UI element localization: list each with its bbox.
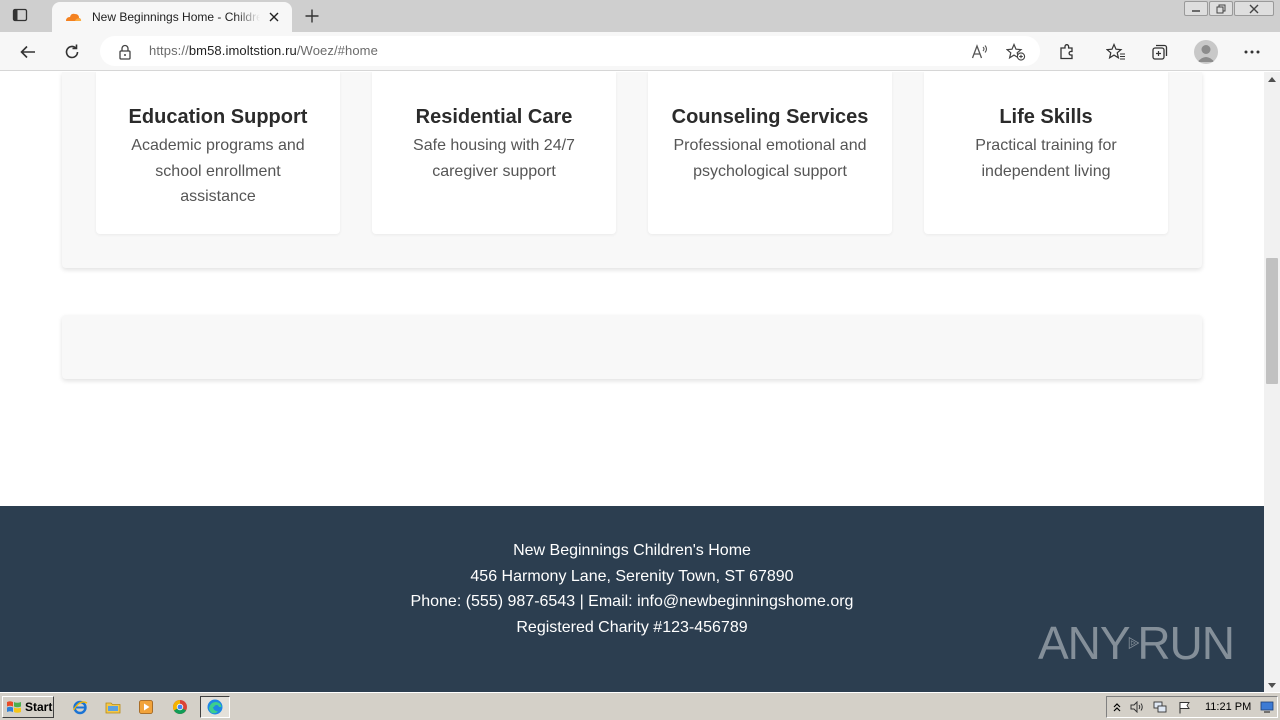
browser-tab-active[interactable]: New Beginnings Home - Children's Home — [52, 2, 292, 32]
url-text[interactable]: https://bm58.imoltstion.ru/Woez/#home — [149, 43, 378, 58]
tray-expand-button[interactable] — [1110, 700, 1124, 714]
page-scrollbar[interactable] — [1264, 72, 1280, 692]
tab-strip: New Beginnings Home - Children's Home — [0, 0, 1280, 32]
service-card-life-skills: Life Skills Practical training for indep… — [924, 72, 1168, 234]
lock-icon[interactable] — [118, 44, 132, 60]
speaker-icon — [1130, 701, 1143, 713]
settings-more-button[interactable] — [1240, 40, 1264, 64]
folder-icon — [105, 702, 121, 714]
collections-button[interactable] — [1148, 40, 1172, 64]
taskbar-explorer-button[interactable] — [104, 698, 122, 716]
url-host: bm58.imoltstion.ru — [188, 43, 297, 58]
tab-close-button[interactable] — [266, 9, 282, 25]
browser-toolbar: https://bm58.imoltstion.ru/Woez/#home — [0, 32, 1280, 71]
taskbar-clock[interactable]: 11:21 PM — [1205, 701, 1251, 713]
media-player-icon — [139, 700, 153, 714]
tab-actions-icon — [12, 8, 28, 22]
start-button[interactable]: Start — [2, 696, 54, 718]
tray-action-center-button[interactable] — [1177, 700, 1191, 714]
chrome-icon — [173, 700, 187, 714]
services-section: Education Support Academic programs and … — [62, 72, 1202, 268]
service-card-residential: Residential Care Safe housing with 24/7 … — [372, 72, 616, 234]
read-aloud-button[interactable] — [970, 42, 990, 62]
close-icon — [1249, 4, 1259, 13]
restore-icon — [1216, 4, 1226, 13]
desktop-icon — [1260, 701, 1274, 713]
arrow-up-icon — [1268, 76, 1276, 82]
watermark-text-left: ANY — [1038, 617, 1131, 669]
puzzle-icon — [1060, 44, 1073, 60]
taskbar-chrome-button[interactable] — [171, 698, 189, 716]
address-bar[interactable]: https://bm58.imoltstion.ru/Woez/#home — [100, 36, 1040, 66]
service-description: Safe housing with 24/7 caregiver support — [413, 137, 575, 180]
arrow-left-icon — [20, 45, 35, 59]
add-favorite-button[interactable] — [1006, 42, 1026, 62]
service-description: Academic programs and school enrollment … — [131, 137, 305, 205]
more-horizontal-icon — [1244, 50, 1260, 54]
back-button[interactable] — [17, 41, 39, 63]
scrollbar-thumb[interactable] — [1266, 258, 1278, 384]
service-title: Residential Care — [415, 106, 573, 128]
service-card-education: Education Support Academic programs and … — [96, 72, 340, 234]
scroll-down-button[interactable] — [1264, 678, 1280, 692]
service-title: Counseling Services — [671, 106, 869, 128]
taskbar-edge-button-active[interactable] — [200, 696, 230, 718]
favorites-icon — [1106, 43, 1125, 60]
service-card-counseling: Counseling Services Professional emotion… — [648, 72, 892, 234]
network-icon — [1153, 701, 1167, 712]
close-icon — [269, 12, 279, 22]
service-title: Education Support — [128, 106, 308, 128]
cloud-favicon-icon — [66, 13, 82, 21]
edge-icon — [207, 699, 223, 715]
show-desktop-button[interactable] — [1260, 700, 1274, 714]
site-footer: New Beginnings Children's Home 456 Harmo… — [0, 506, 1264, 692]
service-description: Professional emotional and psychological… — [673, 137, 867, 180]
collections-icon — [1152, 44, 1168, 60]
chevron-up-icon — [1113, 703, 1121, 712]
empty-section-panel — [62, 315, 1202, 379]
footer-address: 456 Harmony Lane, Serenity Town, ST 6789… — [470, 567, 794, 585]
ie-icon — [72, 700, 88, 715]
refresh-icon — [65, 44, 79, 59]
star-add-icon — [1006, 43, 1026, 61]
new-tab-button[interactable] — [302, 6, 322, 26]
tab-title: New Beginnings Home - Children's Home — [92, 10, 260, 24]
taskbar-ie-button[interactable] — [71, 698, 89, 716]
watermark-text-right: RUN — [1137, 617, 1235, 669]
windows-logo-icon — [7, 701, 21, 713]
plus-icon — [305, 9, 319, 23]
tray-network-button[interactable] — [1153, 700, 1167, 714]
refresh-button[interactable] — [61, 41, 83, 63]
favorites-button[interactable] — [1104, 40, 1128, 64]
tab-actions-button[interactable] — [12, 7, 32, 25]
minimize-icon — [1192, 9, 1200, 12]
tray-volume-button[interactable] — [1130, 700, 1144, 714]
window-restore-button[interactable] — [1209, 1, 1233, 16]
window-minimize-button[interactable] — [1184, 1, 1208, 16]
anyrun-watermark: ANY RUN — [1038, 610, 1235, 676]
flag-icon — [1178, 701, 1190, 713]
system-tray: 11:21 PM — [1106, 696, 1278, 718]
arrow-down-icon — [1268, 682, 1276, 688]
service-description: Practical training for independent livin… — [975, 137, 1117, 180]
profile-avatar[interactable] — [1194, 40, 1218, 64]
user-icon — [1197, 45, 1215, 62]
page-viewport: Education Support Academic programs and … — [0, 72, 1264, 692]
window-close-button[interactable] — [1234, 1, 1274, 16]
url-scheme: https:// — [149, 43, 189, 58]
extensions-button[interactable] — [1055, 40, 1079, 64]
start-label: Start — [25, 700, 53, 714]
service-title: Life Skills — [999, 106, 1093, 128]
scroll-up-button[interactable] — [1264, 72, 1280, 86]
read-aloud-icon — [971, 44, 988, 59]
windows-taskbar: Start 11:21 PM — [0, 692, 1280, 720]
footer-org-name: New Beginnings Children's Home — [513, 542, 751, 559]
url-path: /Woez/#home — [296, 43, 378, 58]
taskbar-media-player-button[interactable] — [137, 698, 155, 716]
